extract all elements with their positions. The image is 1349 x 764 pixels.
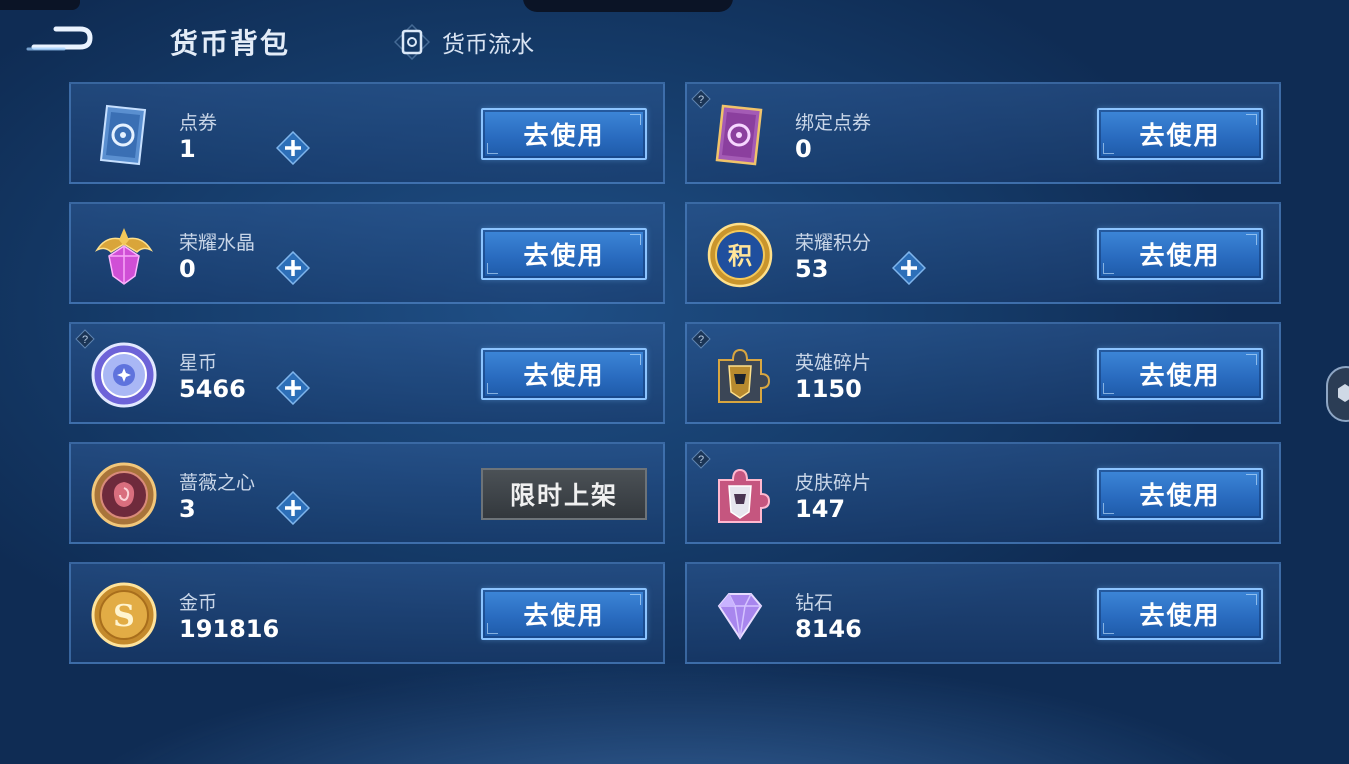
currency-name: 皮肤碎片 [795,472,872,494]
add-button[interactable] [275,250,311,286]
gold-coin-icon: S [89,580,159,650]
add-button[interactable] [275,370,311,406]
currency-name: 荣耀水晶 [179,232,256,254]
svg-text:积: 积 [728,242,752,270]
back-button[interactable] [24,20,96,60]
coupon-card-icon [89,100,159,170]
currency-name: 星币 [179,352,218,374]
svg-text:?: ? [698,454,704,466]
currency-name: 蔷薇之心 [179,472,256,494]
back-arrow-icon [26,26,93,51]
currency-value: 1 [179,135,196,163]
currency-card-gold-coin: S 金币 191816 去使用 [69,562,665,664]
rose-heart-icon [89,460,159,530]
currency-value: 191816 [179,615,280,643]
use-button[interactable]: 去使用 [481,108,647,160]
use-button[interactable]: 去使用 [1097,468,1263,520]
plus-icon [891,250,927,286]
currency-value: 0 [795,135,812,163]
svg-text:?: ? [698,334,704,346]
currency-value: 53 [795,255,829,283]
status-tag [0,0,80,10]
currency-name: 绑定点券 [795,112,872,134]
currency-value: 8146 [795,615,862,643]
use-button[interactable]: 去使用 [481,348,647,400]
use-button[interactable]: 去使用 [481,588,647,640]
use-button[interactable]: 去使用 [1097,228,1263,280]
currency-name: 钻石 [795,592,834,614]
currency-flow-label: 货币流水 [442,32,534,58]
plus-icon [275,490,311,526]
use-button[interactable]: 去使用 [1097,588,1263,640]
star-coin-icon [89,340,159,410]
use-button[interactable]: 去使用 [481,228,647,280]
currency-name: 荣耀积分 [795,232,872,254]
currency-value: 147 [795,495,846,523]
page-title: 货币背包 [170,27,291,60]
currency-card-bound-coupon: ? 绑定点券 0 去使用 [685,82,1281,184]
glory-crystal-icon [89,220,159,290]
currency-flow-link[interactable]: 货币流水 [394,24,534,60]
currency-card-diamond: 钻石 8146 去使用 [685,562,1281,664]
currency-card-glory-crystal: 荣耀水晶 0 去使用 [69,202,665,304]
glory-points-icon: 积 [705,220,775,290]
currency-name: 金币 [179,592,218,614]
plus-icon [275,250,311,286]
currency-card-skin-fragment: ? 皮肤碎片 147 去使用 [685,442,1281,544]
diamond-icon [705,580,775,650]
add-button[interactable] [275,130,311,166]
add-button[interactable] [275,490,311,526]
plus-icon [275,130,311,166]
limited-time-button: 限时上架 [481,468,647,520]
currency-card-rose-heart: 蔷薇之心 3 限时上架 [69,442,665,544]
currency-card-glory-points: 积 荣耀积分 53 去使用 [685,202,1281,304]
use-button[interactable]: 去使用 [1097,108,1263,160]
skin-fragment-icon [705,460,775,530]
hero-fragment-icon [705,340,775,410]
currency-name: 英雄碎片 [795,352,872,374]
svg-text:?: ? [82,334,88,346]
currency-name: 点券 [179,112,218,134]
svg-text:?: ? [698,94,704,106]
side-drawer-handle[interactable] [1326,366,1349,422]
currency-card-coupon: 点券 1 去使用 [69,82,665,184]
currency-value: 0 [179,255,196,283]
top-notch [523,0,733,12]
currency-value: 1150 [795,375,862,403]
svg-text:S: S [113,599,135,634]
bound-coupon-card-icon [705,100,775,170]
currency-card-star-coin: ? 星币 5466 去使用 [69,322,665,424]
currency-card-hero-fragment: ? 英雄碎片 1150 去使用 [685,322,1281,424]
add-button[interactable] [891,250,927,286]
currency-value: 5466 [179,375,246,403]
currency-value: 3 [179,495,196,523]
use-button[interactable]: 去使用 [1097,348,1263,400]
currency-flow-icon [394,24,430,60]
plus-icon [275,370,311,406]
